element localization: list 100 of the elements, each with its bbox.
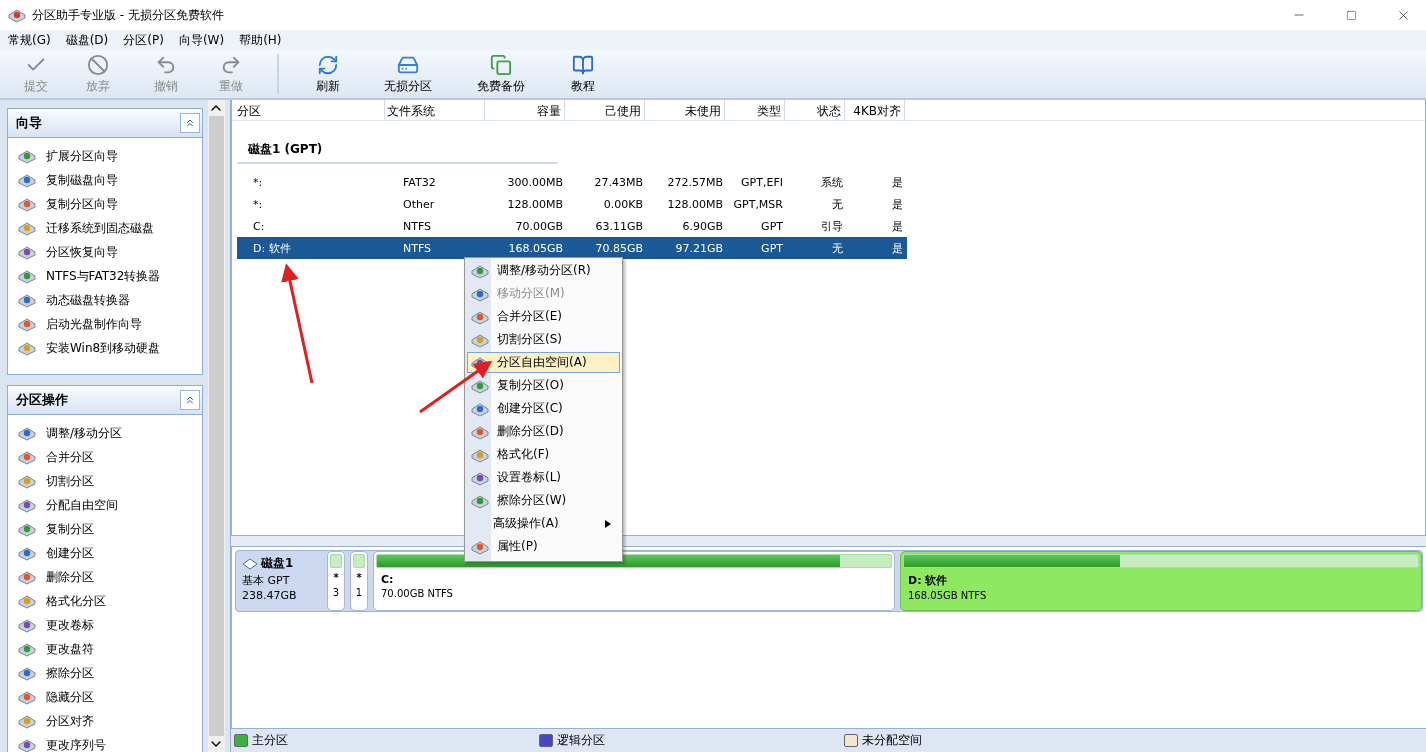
table-cell-text: 无 xyxy=(831,196,844,212)
partition-block[interactable]: D: 软件 168.05GB NTFS xyxy=(900,551,1422,611)
menu-item[interactable]: 常规(G) xyxy=(4,30,62,50)
table-cell-text: GPT xyxy=(760,219,784,233)
sidebar-item[interactable]: 安装Win8到移动硬盘 xyxy=(18,336,202,360)
table-cell-text: *: xyxy=(252,197,264,211)
legend-label: 主分区 xyxy=(252,732,288,749)
table-cell-text: Other xyxy=(402,197,436,211)
table-cell-text: *: xyxy=(252,175,264,189)
sidebar-item[interactable]: 扩展分区向导 xyxy=(18,144,202,168)
maximize-icon xyxy=(1345,9,1357,21)
menu-item[interactable]: 创建分区(C) xyxy=(467,398,620,419)
toolbar-button[interactable]: 免费备份 xyxy=(453,52,548,96)
table-cell-text: 6.90GB xyxy=(681,219,724,233)
menu-item[interactable]: 格式化(F) xyxy=(467,444,620,465)
sidebar-item[interactable]: 复制分区向导 xyxy=(18,192,202,216)
sidebar-item[interactable]: 切割分区 xyxy=(18,469,202,493)
partition-row[interactable]: C: NTFS 70.00GB 63.11GB 6.90GB GPT 引导 是 xyxy=(237,215,907,237)
menu-item[interactable]: 复制分区(O) xyxy=(467,375,620,396)
menu-item[interactable]: 磁盘(D) xyxy=(61,30,120,50)
sidebar-item[interactable]: NTFS与FAT32转换器 xyxy=(18,264,202,288)
copy-icon xyxy=(489,53,512,76)
collapse-button[interactable] xyxy=(180,390,200,410)
refresh-icon xyxy=(317,53,339,76)
sidebar-item[interactable]: 更改卷标 xyxy=(18,613,202,637)
table-cell-text: 70.00GB xyxy=(514,219,564,233)
disk-name: 磁盘1 xyxy=(261,555,294,572)
column-header[interactable]: 状态 xyxy=(785,100,845,120)
sidebar-item[interactable]: 删除分区 xyxy=(18,565,202,589)
sidebar-item[interactable]: 擦除分区 xyxy=(18,661,202,685)
partition-block[interactable]: * 3 xyxy=(327,551,345,611)
partition-block[interactable]: C: 70.00GB NTFS xyxy=(373,551,895,611)
sidebar-item[interactable]: 分区恢复向导 xyxy=(18,240,202,264)
sidebar-item[interactable]: 启动光盘制作向导 xyxy=(18,312,202,336)
table-cell-text: 300.00MB xyxy=(506,175,564,189)
column-header[interactable]: 4KB对齐 xyxy=(845,100,905,120)
table-cell-text: 128.00MB xyxy=(666,197,724,211)
sidebar-item[interactable]: 格式化分区 xyxy=(18,589,202,613)
app-logo-icon xyxy=(8,7,26,23)
column-header[interactable]: 分区 xyxy=(235,100,385,120)
table-cell-text: 97.21GB xyxy=(674,241,724,255)
sidebar-item[interactable]: 创建分区 xyxy=(18,541,202,565)
table-cell-text: 是 xyxy=(891,196,904,212)
column-header[interactable]: 类型 xyxy=(725,100,785,120)
sidebar-item[interactable]: 动态磁盘转换器 xyxy=(18,288,202,312)
menu-item[interactable]: 合并分区(E) xyxy=(467,306,620,327)
sidebar-item[interactable]: 复制磁盘向导 xyxy=(18,168,202,192)
legend-label: 未分配空间 xyxy=(862,732,922,749)
partition-label: * xyxy=(332,571,340,583)
column-header[interactable]: 未使用 xyxy=(645,100,725,120)
sidebar-item[interactable]: 隐藏分区 xyxy=(18,685,202,709)
partition-label: C: xyxy=(380,572,395,586)
menu-item[interactable]: 高级操作(A) xyxy=(467,513,620,534)
partition-detail: 168.05GB NTFS xyxy=(907,589,988,601)
table-cell-text: 是 xyxy=(891,240,904,256)
menu-item[interactable]: 向导(W) xyxy=(174,30,236,50)
window-title: 分区助手专业版 - 无损分区免费软件 xyxy=(32,6,225,24)
table-cell-text: NTFS xyxy=(402,241,433,255)
sidebar-item[interactable]: 更改序列号 xyxy=(18,733,202,752)
menu-item[interactable]: 切割分区(S) xyxy=(467,329,620,350)
menu-item[interactable]: 分区(P) xyxy=(119,30,175,50)
collapse-button[interactable] xyxy=(180,113,200,133)
table-cell-text: 272.57MB xyxy=(666,175,724,189)
partition-block[interactable]: * 1 xyxy=(350,551,368,611)
table-cell-text: 引导 xyxy=(820,218,844,234)
toolbar-button[interactable]: 无损分区 xyxy=(363,52,453,96)
table-cell-text: D: 软件 xyxy=(252,240,292,256)
sidebar-item[interactable]: 分区对齐 xyxy=(18,709,202,733)
sidebar-item[interactable]: 复制分区 xyxy=(18,517,202,541)
column-header[interactable]: 己使用 xyxy=(565,100,645,120)
partition-row[interactable]: *: FAT32 300.00MB 27.43MB 272.57MB GPT,EFI 系统 是 xyxy=(237,171,907,193)
column-header[interactable]: 文件系统 xyxy=(385,100,485,120)
sidebar-item[interactable]: 分配自由空间 xyxy=(18,493,202,517)
disk-type: 基本 GPT xyxy=(242,573,291,588)
toolbar-button[interactable]: 教程 xyxy=(548,52,618,96)
partition-label: D: 软件 xyxy=(907,573,949,588)
sidebar-item[interactable]: 合并分区 xyxy=(18,445,202,469)
disk-size: 238.47GB xyxy=(242,589,298,602)
menu-item[interactable]: 擦除分区(W) xyxy=(467,490,620,511)
menu-item[interactable]: 调整/移动分区(R) xyxy=(467,260,620,281)
table-cell-text: GPT,MSR xyxy=(732,197,784,211)
table-cell-text: 168.05GB xyxy=(507,241,564,255)
partition-row[interactable]: *: Other 128.00MB 0.00KB 128.00MB GPT,MSR 无 是 xyxy=(237,193,907,215)
menu-item[interactable]: 删除分区(D) xyxy=(467,421,620,442)
panel-title: 分区操作 xyxy=(16,391,68,409)
partition-row[interactable]: D: 软件 NTFS 168.05GB 70.85GB 97.21GB GPT 无 是 xyxy=(237,237,907,259)
table-cell-text: GPT,EFI xyxy=(740,175,784,189)
table-cell-text: 27.43MB xyxy=(593,175,644,189)
scrollbar[interactable] xyxy=(208,100,225,752)
menu-item[interactable]: 设置卷标(L) xyxy=(467,467,620,488)
usage-bar xyxy=(353,554,365,568)
sidebar-item[interactable]: 迁移系统到固态磁盘 xyxy=(18,216,202,240)
table-cell-text: FAT32 xyxy=(402,175,437,189)
toolbar-button[interactable]: 刷新 xyxy=(293,52,363,96)
column-header[interactable]: 容量 xyxy=(485,100,565,120)
sidebar-item[interactable]: 调整/移动分区 xyxy=(18,421,202,445)
menu-item[interactable]: 帮助(H) xyxy=(235,30,293,50)
no-entry-icon xyxy=(87,53,109,76)
scroll-thumb[interactable] xyxy=(209,116,224,736)
sidebar-item[interactable]: 更改盘符 xyxy=(18,637,202,661)
